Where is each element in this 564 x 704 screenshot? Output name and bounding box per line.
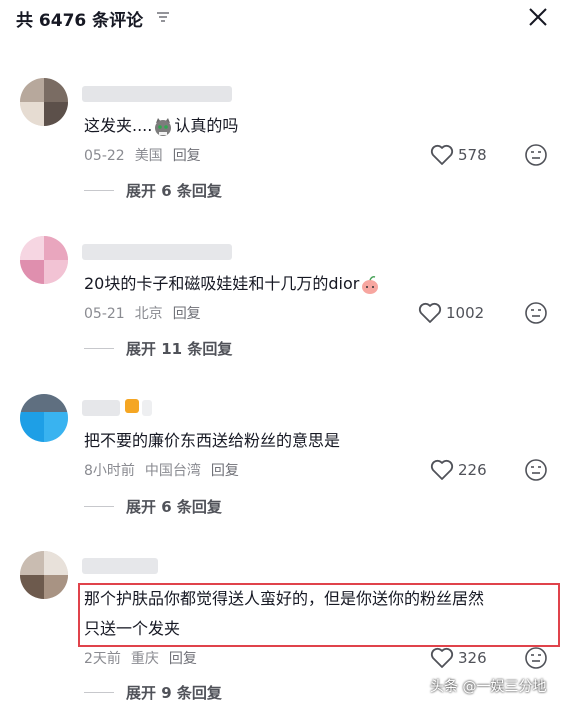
comment-location: 中国台湾 xyxy=(144,463,201,479)
heart-icon xyxy=(430,459,454,480)
comment-location: 北京 xyxy=(134,306,163,322)
dislike-face-icon[interactable] xyxy=(524,646,548,670)
reply-button[interactable]: 回复 xyxy=(169,651,197,667)
like-button[interactable]: 326 xyxy=(430,646,487,670)
like-button[interactable]: 226 xyxy=(430,458,487,482)
comment-location: 美国 xyxy=(134,148,163,164)
badge-icon xyxy=(125,399,139,413)
expand-replies[interactable]: 展开 11 条回复 xyxy=(84,338,232,358)
reply-button[interactable]: 回复 xyxy=(173,306,201,322)
comment-text: 把不要的廉价东西送给粉丝的意思是 xyxy=(84,427,340,455)
comment-text: 那个护肤品你都觉得送人蛮好的，但是你送你的粉丝居然 xyxy=(84,585,484,613)
like-count: 226 xyxy=(458,461,487,479)
comment-text-part: 这发夹.... xyxy=(84,116,153,135)
comment-date: 05-21 xyxy=(84,306,125,322)
like-count: 1002 xyxy=(446,304,485,322)
comment-text: 只送一个发夹 xyxy=(84,615,180,643)
username-blurred[interactable] xyxy=(82,558,158,574)
comment-text-line: 只送一个发夹 xyxy=(84,619,181,638)
like-count: 326 xyxy=(458,649,487,667)
cat-emoji-icon xyxy=(155,117,172,136)
comment-meta: 05-22 美国 回复 xyxy=(84,145,211,165)
username-blurred[interactable] xyxy=(82,86,232,102)
username-blurred[interactable] xyxy=(82,244,232,260)
watermark: 头条 @一娱三分地 xyxy=(430,679,547,695)
expand-divider xyxy=(84,347,114,349)
username-blurred xyxy=(142,400,152,416)
heart-icon xyxy=(430,144,454,165)
expand-replies-label: 展开 6 条回复 xyxy=(126,497,222,516)
comment-location: 重庆 xyxy=(130,651,159,667)
reply-button[interactable]: 回复 xyxy=(211,463,239,479)
comment-date: 8小时前 xyxy=(84,463,135,479)
comment-text-part: 认真的吗 xyxy=(174,116,239,135)
expand-divider xyxy=(84,189,114,191)
comment-meta: 2天前 重庆 回复 xyxy=(84,648,207,668)
heart-icon xyxy=(430,647,454,668)
expand-replies-label: 展开 6 条回复 xyxy=(126,181,222,200)
comment-meta: 8小时前 中国台湾 回复 xyxy=(84,460,249,480)
peach-emoji-icon xyxy=(362,275,379,294)
comment-text-part: 把不要的廉价东西送给粉丝的意思是 xyxy=(84,431,341,450)
reply-button[interactable]: 回复 xyxy=(173,148,201,164)
username-blurred[interactable] xyxy=(82,400,120,416)
comment-text: 20块的卡子和磁吸娃娃和十几万的dior xyxy=(84,270,381,298)
heart-icon xyxy=(418,302,442,323)
expand-divider xyxy=(84,505,114,507)
like-count: 578 xyxy=(458,146,487,164)
expand-replies-label: 展开 11 条回复 xyxy=(126,339,233,358)
avatar[interactable] xyxy=(20,236,68,284)
expand-replies[interactable]: 展开 6 条回复 xyxy=(84,496,222,516)
expand-divider xyxy=(84,691,114,693)
avatar[interactable] xyxy=(20,78,68,126)
comment-count-title: 共 6476 条评论 xyxy=(16,11,144,31)
dislike-face-icon[interactable] xyxy=(524,458,548,482)
like-button[interactable]: 578 xyxy=(430,143,487,167)
comments-header: 共 6476 条评论 xyxy=(0,0,564,40)
avatar[interactable] xyxy=(20,394,68,442)
expand-replies-label: 展开 9 条回复 xyxy=(126,683,222,702)
filter-lines-icon[interactable] xyxy=(155,9,171,25)
close-icon[interactable] xyxy=(527,6,549,28)
comment-date: 2天前 xyxy=(84,651,121,667)
expand-replies[interactable]: 展开 9 条回复 xyxy=(84,682,222,702)
comment-text-part: 20块的卡子和磁吸娃娃和十几万的dior xyxy=(84,274,360,293)
avatar[interactable] xyxy=(20,551,68,599)
like-button[interactable]: 1002 xyxy=(418,301,484,325)
comment-date: 05-22 xyxy=(84,148,125,164)
dislike-face-icon[interactable] xyxy=(524,143,548,167)
dislike-face-icon[interactable] xyxy=(524,301,548,325)
comment-meta: 05-21 北京 回复 xyxy=(84,303,211,323)
comment-text: 这发夹.... 认真的吗 xyxy=(84,112,238,140)
expand-replies[interactable]: 展开 6 条回复 xyxy=(84,180,222,200)
comment-text-line: 那个护肤品你都觉得送人蛮好的，但是你送你的粉丝居然 xyxy=(84,589,485,608)
